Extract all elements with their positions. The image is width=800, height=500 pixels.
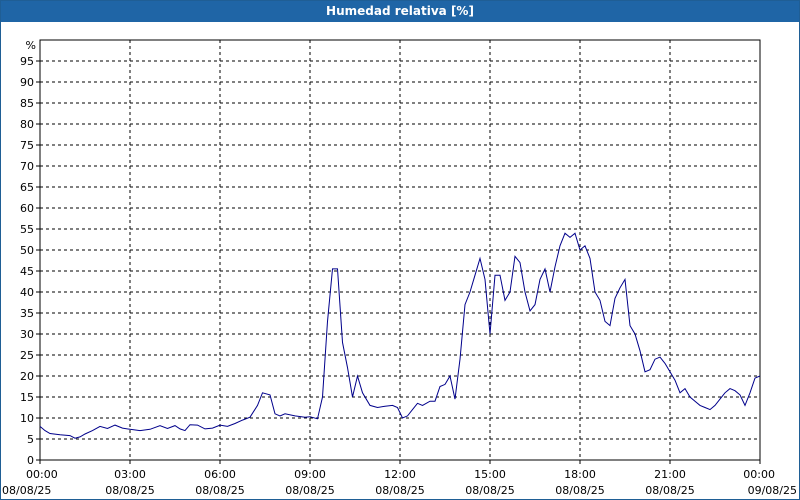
y-tick-label: 30 [20,328,34,341]
y-axis-ticks: 0 5 10 15 20 25 30 35 40 45 50 55 60 65 70 75 80 85 90 95 [20,55,40,467]
x-tick-date-label: 08/08/25 [2,484,51,497]
x-tick-time-label: 09:00 [294,468,326,481]
x-tick-date-label: 08/08/25 [555,484,604,497]
y-tick-label: 5 [27,433,34,446]
x-tick-time-label: 00:00 [743,468,775,481]
y-tick-label: 55 [20,223,34,236]
y-tick-label: 25 [20,349,34,362]
y-tick-label: 50 [20,244,34,257]
y-tick-label: 65 [20,181,34,194]
x-tick-date-label: 08/08/25 [465,484,514,497]
x-tick-date-label: 09/08/25 [748,484,797,497]
y-tick-label: 15 [20,391,34,404]
x-tick-time-label: 06:00 [204,468,236,481]
y-tick-label: 45 [20,265,34,278]
x-tick-date-label: 08/08/25 [195,484,244,497]
x-tick-date-label: 08/08/25 [645,484,694,497]
grid-lines [40,40,760,460]
y-tick-label: 80 [20,118,34,131]
y-tick-label: 85 [20,97,34,110]
x-tick-time-label: 18:00 [564,468,596,481]
y-tick-label: 10 [20,412,34,425]
x-tick-date-label: 08/08/25 [285,484,334,497]
y-tick-label: 20 [20,370,34,383]
y-tick-label: 90 [20,76,34,89]
y-tick-label: 35 [20,307,34,320]
y-axis-unit-label: % [26,39,36,52]
humidity-chart: 0 5 10 15 20 25 30 35 40 45 50 55 60 65 70 75 80 85 90 95 %… [2,39,797,497]
y-tick-label: 0 [27,454,34,467]
y-tick-label: 95 [20,55,34,68]
y-tick-label: 60 [20,202,34,215]
y-tick-label: 70 [20,160,34,173]
x-tick-time-label: 03:00 [114,468,146,481]
x-tick-time-label: 00:00 [26,468,58,481]
x-tick-time-label: 21:00 [654,468,686,481]
x-tick-time-label: 15:00 [474,468,506,481]
x-tick-time-label: 12:00 [384,468,416,481]
x-tick-date-label: 08/08/25 [105,484,154,497]
x-axis-ticks: 00:00 08/08/25 03:00 08/08/25 06:00 08/08/25 0… [2,460,797,497]
x-tick-date-label: 08/08/25 [375,484,424,497]
y-tick-label: 40 [20,286,34,299]
y-tick-label: 75 [20,139,34,152]
